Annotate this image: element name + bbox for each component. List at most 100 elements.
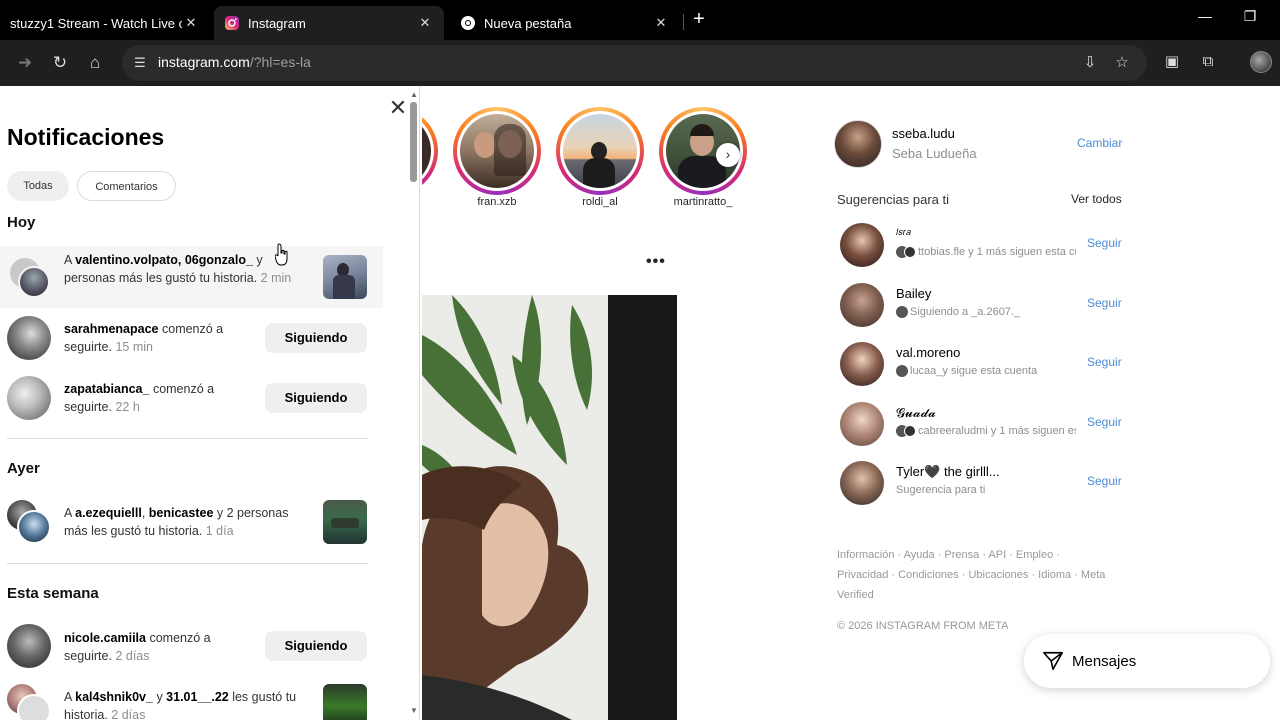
suggestion-item: 𝑙𝑠𝑟𝑎 ttobias.fle y 1 más siguen esta cue… [840,223,1130,267]
notification-row[interactable]: nicole.camiila comenzó a seguirte. 2 día… [0,624,383,672]
story-avatar [460,114,534,188]
suggestion-context: cabreeraludmi y 1 más siguen esta cuenta [896,425,1076,437]
star-icon[interactable]: ☆ [1112,53,1132,73]
puzzle-icon[interactable]: ⧉ [1198,52,1218,72]
following-button[interactable]: Siguiendo [265,323,367,353]
avatar[interactable] [840,461,884,505]
following-button[interactable]: Siguiendo [265,383,367,413]
post-media[interactable] [422,295,677,720]
tab-stream[interactable]: stuzzy1 Stream - Watch Live on ✕ [0,6,210,40]
avatar [17,510,51,544]
post-image [422,295,677,720]
follow-button[interactable]: Seguir [1087,415,1122,429]
notification-row[interactable]: A valentino.volpato, 06gonzalo_ y person… [0,246,383,308]
site-settings-icon[interactable]: ☰ [130,53,150,73]
follow-button[interactable]: Seguir [1087,296,1122,310]
chrome-icon [461,16,475,30]
panel-title: Notificaciones [7,124,165,150]
tab-separator [683,14,684,30]
avatar[interactable] [840,402,884,446]
follow-button[interactable]: Seguir [1087,474,1122,488]
avatar[interactable] [840,342,884,386]
suggestion-username[interactable]: Tyler🖤 the girlll... [896,464,1000,480]
reload-icon[interactable]: ↻ [49,52,71,74]
story-thumbnail[interactable] [323,255,367,299]
suggestions-title: Sugerencias para ti [837,192,950,207]
section-this-week: Esta semana [7,585,99,602]
paper-plane-icon [1043,651,1063,671]
story-username: martinratto_ [673,196,733,208]
suggestion-item: val.moreno lucaa_y sigue esta cuenta Seg… [840,342,1130,386]
avatar [17,694,51,720]
tab-search-icon[interactable]: ▣ [1162,52,1182,72]
suggestion-username[interactable]: Bailey [896,286,931,301]
copyright: © 2026 INSTAGRAM FROM META [837,620,1009,632]
scroll-up-icon[interactable]: ▲ [409,90,419,99]
avatar [18,266,50,298]
suggestion-username[interactable]: 𝑙𝑠𝑟𝑎 [896,227,911,238]
minimize-icon[interactable]: — [1195,8,1215,24]
tab-instagram[interactable]: Instagram ✕ [214,6,444,40]
profile-avatar[interactable] [834,120,882,168]
scroll-down-icon[interactable]: ▼ [409,706,419,715]
switch-account-link[interactable]: Cambiar [1077,136,1122,150]
more-options-icon[interactable]: ••• [646,253,666,271]
filter-all[interactable]: Todas [7,171,69,201]
follow-button[interactable]: Seguir [1087,355,1122,369]
suggestion-item: Tyler🖤 the girlll... Sugerencia para ti … [840,461,1130,505]
suggestion-item: 𝓖𝓾𝓪𝓭𝓪 cabreeraludmi y 1 más siguen esta … [840,402,1130,446]
footer-links[interactable]: Información · Ayuda · Prensa · API · Emp… [837,545,1107,605]
notification-text: nicole.camiila comenzó a seguirte. 2 día… [64,631,211,663]
avatar [7,316,51,360]
close-icon[interactable]: ✕ [388,97,408,119]
close-icon[interactable]: ✕ [416,15,434,31]
browser-tab-bar: stuzzy1 Stream - Watch Live on ✕ Instagr… [0,0,1280,40]
install-app-icon[interactable]: ⇩ [1080,53,1100,73]
story-thumbnail[interactable] [323,684,367,720]
suggestion-context: lucaa_y sigue esta cuenta [896,365,1076,377]
follow-button[interactable]: Seguir [1087,236,1122,250]
profile-avatar[interactable] [1250,51,1272,73]
tab-new[interactable]: Nueva pestaña ✕ [450,6,680,40]
avatar[interactable] [840,283,884,327]
notification-row[interactable]: A a.ezequielll, benicastee y 2 personas … [0,496,383,546]
filter-comments[interactable]: Comentarios [77,171,176,201]
close-icon[interactable]: ✕ [652,15,670,31]
suggestion-username[interactable]: val.moreno [896,345,960,360]
scrollbar[interactable] [410,102,417,182]
story-partial[interactable] [422,107,438,195]
story-username: roldi_al [582,196,618,208]
suggestion-context: ttobias.fle y 1 más siguen esta cuenta [896,246,1076,258]
notification-row[interactable]: A kal4shnik0v_ y 31.01__.22 les gustó tu… [0,683,383,720]
suggestion-username[interactable]: 𝓖𝓾𝓪𝓭𝓪 [896,405,936,421]
messages-label: Mensajes [1072,653,1137,670]
following-button[interactable]: Siguiendo [265,631,367,661]
chevron-right-icon[interactable]: › [716,143,740,167]
new-tab-icon[interactable]: + [690,9,708,29]
see-all-link[interactable]: Ver todos [1071,192,1122,206]
suggestion-item: Bailey Siguiendo a _a.2607._ Seguir [840,283,1130,327]
url-text[interactable]: instagram.com/?hl=es-la [158,54,311,70]
tab-title: Instagram [248,15,306,31]
suggestion-context: Siguiendo a _a.2607._ [896,306,1076,318]
avatar[interactable] [840,223,884,267]
story-thumbnail[interactable] [323,500,367,544]
address-bar: ➜ ↻ ⌂ ☰ instagram.com/?hl=es-la ⇩ ☆ ▣ ⧉ [0,40,1280,86]
avatar [7,624,51,668]
avatar [7,376,51,420]
home-icon[interactable]: ⌂ [84,52,106,74]
url-field[interactable]: ☰ instagram.com/?hl=es-la ⇩ ☆ [122,45,1147,81]
messages-button[interactable]: Mensajes [1024,634,1270,688]
restore-icon[interactable]: ❐ [1240,8,1260,25]
notification-row[interactable]: zapatabianca_ comenzó a seguirte. 22 h S… [0,374,383,422]
notification-text: A valentino.volpato, 06gonzalo_ y person… [64,253,292,285]
section-yesterday: Ayer [7,460,40,477]
profile-username[interactable]: sseba.ludu [892,126,955,141]
section-today: Hoy [7,214,36,231]
close-icon[interactable]: ✕ [182,15,200,31]
tab-title: Nueva pestaña [484,15,572,31]
forward-icon[interactable]: ➜ [14,52,36,74]
notification-text: A a.ezequielll, benicastee y 2 personas … [64,506,289,538]
notification-row[interactable]: sarahmenapace comenzó a seguirte. 15 min… [0,314,383,362]
hand-cursor-icon [275,243,288,266]
